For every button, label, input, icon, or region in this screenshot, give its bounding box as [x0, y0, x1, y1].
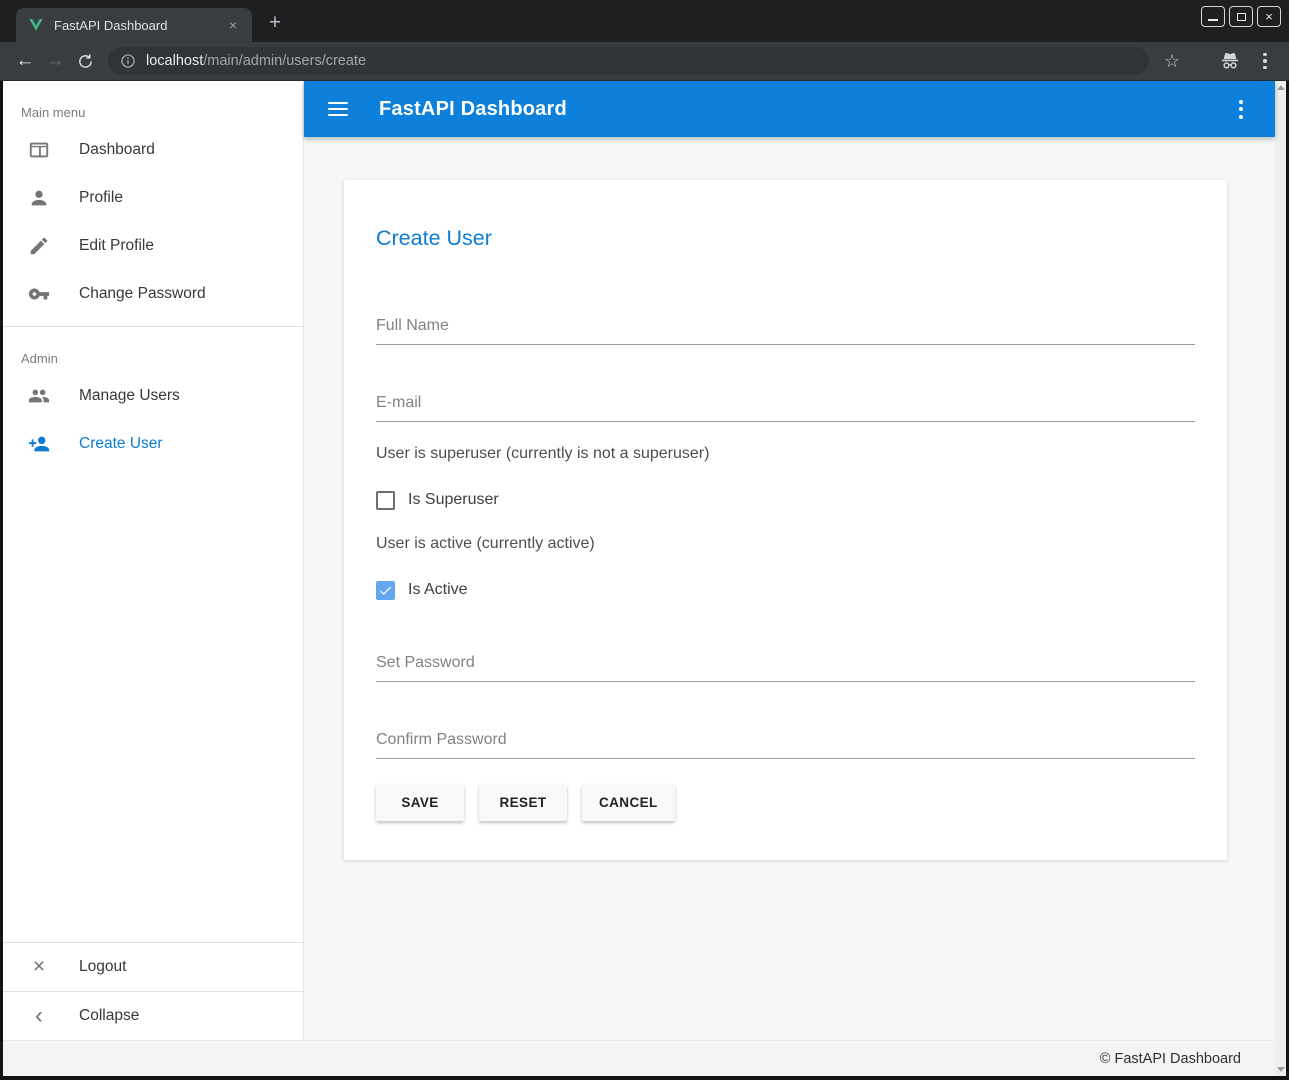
close-button[interactable]: × [1257, 6, 1281, 27]
content-area: Create User User is superuser (currently… [304, 137, 1275, 1040]
browser-menu-icon[interactable] [1251, 53, 1279, 70]
active-checkbox-row: Is Active [376, 578, 1195, 602]
sidebar-item-profile[interactable]: Profile [3, 174, 303, 222]
back-button[interactable]: ← [10, 46, 40, 76]
key-icon [27, 282, 51, 306]
active-checkbox-label: Is Active [408, 581, 468, 599]
active-checkbox[interactable] [376, 581, 395, 600]
sidebar-item-label: Edit Profile [79, 237, 154, 255]
close-icon: × [1265, 10, 1273, 23]
tab-title: FastAPI Dashboard [54, 18, 224, 33]
email-input[interactable] [376, 388, 1195, 422]
minimize-button[interactable] [1201, 6, 1225, 27]
confirm-password-field-wrap [376, 725, 1195, 759]
vue-logo-icon [28, 17, 44, 33]
url-host: localhost [146, 53, 203, 69]
forward-button[interactable]: → [40, 46, 70, 76]
chevron-left-icon: ‹ [27, 1004, 51, 1028]
scroll-up-icon[interactable] [1277, 85, 1285, 90]
form-buttons: SAVE RESET CANCEL [376, 784, 1195, 821]
main-area: FastAPI Dashboard Create User User is su… [304, 81, 1275, 1040]
sidebar-item-label: Create User [79, 435, 163, 453]
app-title: FastAPI Dashboard [379, 98, 567, 121]
sidebar-item-label: Logout [79, 958, 126, 976]
sidebar-item-collapse[interactable]: ‹ Collapse [3, 992, 303, 1040]
superuser-checkbox-row: Is Superuser [376, 488, 1195, 512]
sidebar-item-label: Change Password [79, 285, 206, 303]
save-button[interactable]: SAVE [376, 784, 464, 821]
cancel-button[interactable]: CANCEL [582, 784, 675, 821]
superuser-checkbox[interactable] [376, 491, 395, 510]
set-password-input[interactable] [376, 648, 1195, 682]
pencil-icon [27, 234, 51, 258]
people-icon [27, 384, 51, 408]
reload-button[interactable] [70, 46, 100, 76]
minimize-icon [1208, 19, 1218, 21]
logout-cross-icon: × [27, 955, 51, 979]
set-password-field-wrap [376, 648, 1195, 682]
url-path: /main/admin/users/create [203, 53, 366, 69]
browser-toolbar: ← → localhost/main/admin/users/create ☆ [0, 42, 1289, 81]
confirm-password-input[interactable] [376, 725, 1195, 759]
page-footer: © FastAPI Dashboard [3, 1040, 1275, 1076]
address-bar[interactable]: localhost/main/admin/users/create [108, 47, 1149, 75]
reset-button[interactable]: RESET [479, 784, 567, 821]
maximize-icon [1237, 13, 1246, 21]
sidebar-section-main-menu: Main menu [3, 81, 303, 126]
create-user-card: Create User User is superuser (currently… [344, 180, 1227, 860]
page: Main menu Dashboard Profile [3, 81, 1286, 1076]
url-text: localhost/main/admin/users/create [146, 53, 366, 69]
person-icon [27, 186, 51, 210]
sidebar-item-label: Collapse [79, 1007, 139, 1025]
browser-titlebar: FastAPI Dashboard × + × [0, 0, 1289, 42]
scroll-down-icon[interactable] [1277, 1067, 1285, 1072]
site-info-icon[interactable] [120, 53, 136, 69]
sidebar-item-dashboard[interactable]: Dashboard [3, 126, 303, 174]
email-field-wrap [376, 388, 1195, 422]
person-add-icon [27, 432, 51, 456]
window-controls: × [1201, 6, 1281, 27]
scrollbar[interactable] [1275, 81, 1286, 1076]
bookmark-star-icon[interactable]: ☆ [1157, 46, 1187, 76]
sidebar-item-logout[interactable]: × Logout [3, 943, 303, 991]
dashboard-icon [27, 138, 51, 162]
app-bar: FastAPI Dashboard [304, 81, 1275, 137]
full-name-field-wrap [376, 311, 1195, 345]
maximize-button[interactable] [1229, 6, 1253, 27]
sidebar-item-label: Dashboard [79, 141, 155, 159]
tab-close-icon[interactable]: × [224, 16, 242, 34]
checkmark-icon [378, 583, 393, 598]
sidebar-item-label: Profile [79, 189, 123, 207]
browser-tab[interactable]: FastAPI Dashboard × [16, 8, 252, 42]
incognito-icon [1215, 46, 1245, 76]
hamburger-menu-icon[interactable] [328, 102, 348, 116]
copyright-text: © FastAPI Dashboard [1100, 1051, 1241, 1067]
appbar-menu-icon[interactable] [1221, 100, 1261, 119]
sidebar-item-edit-profile[interactable]: Edit Profile [3, 222, 303, 270]
sidebar-item-create-user[interactable]: Create User [3, 420, 303, 468]
new-tab-button[interactable]: + [260, 9, 290, 39]
sidebar: Main menu Dashboard Profile [3, 81, 304, 1040]
sidebar-item-change-password[interactable]: Change Password [3, 270, 303, 318]
full-name-input[interactable] [376, 311, 1195, 345]
sidebar-item-label: Manage Users [79, 387, 180, 405]
superuser-checkbox-label: Is Superuser [408, 491, 499, 509]
page-title: Create User [376, 226, 1195, 251]
superuser-hint: User is superuser (currently is not a su… [376, 445, 1195, 463]
sidebar-item-manage-users[interactable]: Manage Users [3, 372, 303, 420]
active-hint: User is active (currently active) [376, 535, 1195, 553]
sidebar-section-admin: Admin [3, 327, 303, 372]
